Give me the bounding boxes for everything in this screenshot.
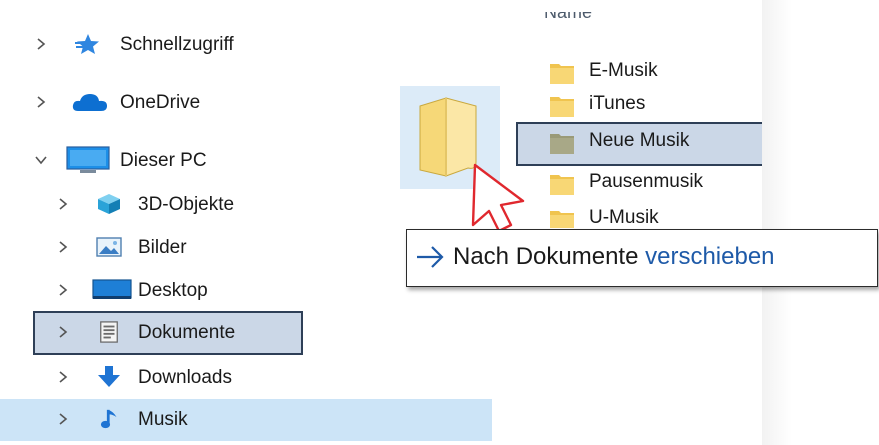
nav-item-label: Schnellzugriff — [120, 34, 234, 55]
nav-item-schnellzugriff[interactable]: Schnellzugriff — [0, 24, 500, 64]
folder-item-pausenmusik[interactable]: Pausenmusik — [545, 165, 785, 201]
folder-icon — [550, 97, 574, 117]
nav-item-label: Dieser PC — [120, 150, 207, 171]
folder-item-neue-musik[interactable]: Neue Musik — [545, 124, 785, 160]
arrow-right-icon — [417, 246, 444, 268]
folder-item-itunes[interactable]: iTunes — [545, 87, 785, 123]
nav-item-label: Desktop — [138, 280, 208, 301]
chevron-right-icon[interactable] — [55, 282, 71, 298]
chevron-right-icon[interactable] — [33, 94, 49, 110]
folder-icon — [550, 64, 574, 84]
folder-label: E-Musik — [589, 60, 658, 81]
window-edge — [762, 0, 879, 445]
tooltip-prefix: Nach — [453, 243, 510, 270]
nav-item-label: OneDrive — [120, 92, 201, 113]
nav-item-musik[interactable]: Musik — [0, 399, 492, 441]
folder-icon — [550, 134, 574, 154]
folder-label: iTunes — [589, 93, 646, 114]
nav-item-3d-objekte[interactable]: 3D-Objekte — [0, 184, 500, 224]
tooltip-verb: verschieben — [645, 243, 775, 270]
chevron-down-icon[interactable] — [33, 152, 49, 168]
star-icon — [75, 34, 99, 54]
desktop-icon — [92, 279, 132, 299]
chevron-right-icon[interactable] — [55, 196, 71, 212]
cube-icon — [98, 194, 120, 214]
monitor-icon — [66, 146, 110, 173]
pictures-icon — [96, 237, 122, 257]
documents-icon — [100, 321, 118, 343]
chevron-right-icon[interactable] — [55, 239, 71, 255]
drag-tooltip: Nach Dokumente verschieben — [406, 229, 878, 287]
download-arrow-icon — [98, 366, 120, 387]
tooltip-target: Dokumente — [515, 243, 639, 270]
nav-item-downloads[interactable]: Downloads — [0, 357, 500, 397]
nav-item-label: Dokumente — [138, 322, 236, 343]
folder-icon — [550, 175, 574, 195]
nav-item-label: Bilder — [138, 237, 187, 258]
folder-icon — [550, 211, 574, 228]
navigation-pane: Schnellzugriff OneDrive Dieser PC 3D-Obj… — [0, 0, 500, 445]
folder-label: Neue Musik — [589, 130, 690, 151]
folder-item-u-musik[interactable]: U-Musik — [545, 201, 785, 228]
cloud-icon — [72, 94, 107, 111]
cursor-arrow-icon — [471, 163, 525, 233]
nav-item-label: Musik — [138, 409, 188, 430]
folder-label: Pausenmusik — [589, 171, 704, 192]
nav-item-label: 3D-Objekte — [138, 194, 235, 215]
chevron-right-icon[interactable] — [55, 324, 71, 340]
folder-label: U-Musik — [589, 207, 659, 228]
chevron-right-icon[interactable] — [55, 369, 71, 385]
nav-item-dokumente[interactable]: Dokumente — [0, 312, 500, 352]
chevron-right-icon[interactable] — [33, 36, 49, 52]
chevron-right-icon[interactable] — [55, 411, 71, 427]
folder-item-e-musik[interactable]: E-Musik — [545, 54, 785, 90]
drag-tooltip-text: Nach Dokumente verschieben — [453, 243, 775, 271]
music-note-icon — [100, 409, 117, 429]
nav-item-label: Downloads — [138, 367, 232, 388]
